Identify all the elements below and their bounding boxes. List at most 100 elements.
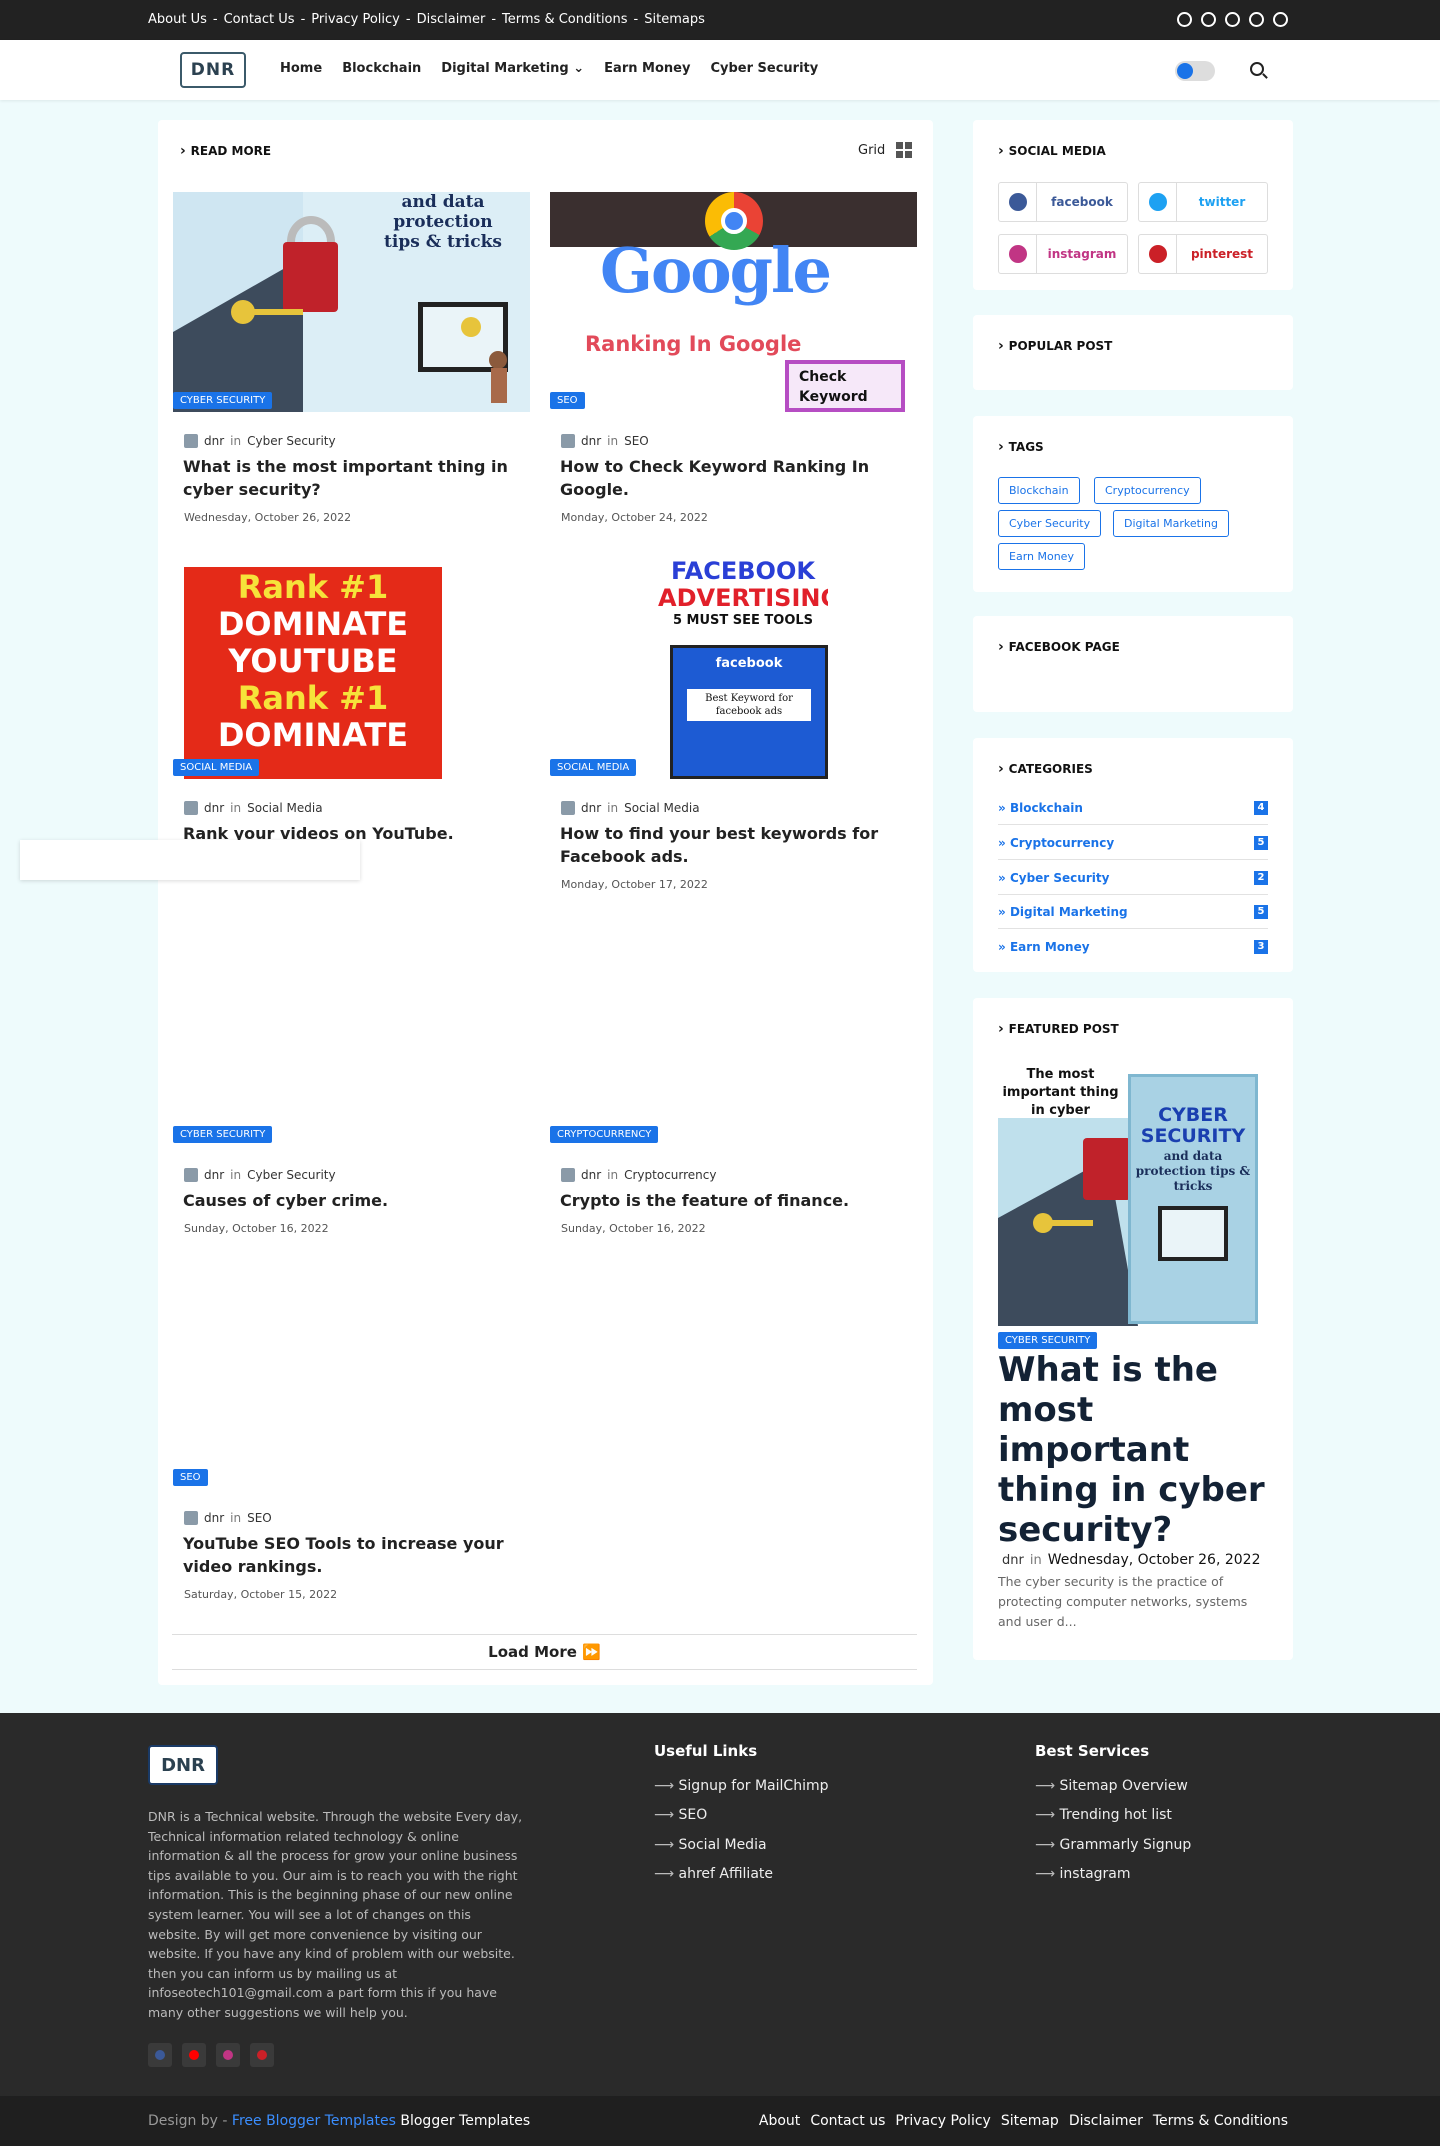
tag-link[interactable]: Cryptocurrency xyxy=(1094,477,1201,504)
footer-link[interactable]: Trending hot list xyxy=(1035,1807,1172,1823)
nav-home[interactable]: Home xyxy=(280,61,322,76)
post-title[interactable]: Causes of cyber crime. xyxy=(183,1189,528,1212)
category-badge[interactable]: CYBER SECURITY xyxy=(173,1126,273,1143)
facebook-icon xyxy=(155,2050,165,2060)
top-link-disclaimer[interactable]: Disclaimer xyxy=(417,12,486,27)
category-item[interactable]: » Cryptocurrency 5 xyxy=(998,826,1268,860)
main-content: READ MORE Grid and data protection tips … xyxy=(158,120,933,1685)
top-link-privacy[interactable]: Privacy Policy xyxy=(311,12,400,27)
category-badge[interactable]: SEO xyxy=(173,1469,208,1486)
category-badge[interactable]: SOCIAL MEDIA xyxy=(173,759,260,776)
post-thumbnail[interactable]: Rank #1 DOMINATE YOUTUBE Rank #1 DOMINAT… xyxy=(184,567,442,779)
post-label[interactable]: Social Media xyxy=(247,801,322,815)
site-logo[interactable]: DNR xyxy=(180,52,246,88)
featured-post-thumbnail[interactable]: The most important thing in cyber securi… xyxy=(998,1066,1260,1326)
author-name[interactable]: dnr xyxy=(204,1168,224,1182)
footer-link[interactable]: Signup for MailChimp xyxy=(654,1778,829,1794)
footer-bottom-link[interactable]: Sitemap xyxy=(1001,2113,1059,2129)
credit-link[interactable]: Free Blogger Templates xyxy=(232,2113,396,2129)
footer-bottom-link[interactable]: About xyxy=(759,2113,800,2129)
footer-bottom-link[interactable]: Privacy Policy xyxy=(895,2113,990,2129)
whatsapp-icon[interactable] xyxy=(1201,12,1216,27)
author-name[interactable]: dnr xyxy=(204,801,224,815)
footer-link[interactable]: Grammarly Signup xyxy=(1035,1837,1192,1853)
post-label[interactable]: Cyber Security xyxy=(247,434,336,448)
post-thumbnail[interactable]: Google Ranking In Google Check Keyword xyxy=(550,192,917,412)
tag-link[interactable]: Earn Money xyxy=(998,543,1085,570)
pinterest-icon[interactable] xyxy=(1273,12,1288,27)
footer-instagram-button[interactable] xyxy=(216,2043,240,2067)
nav-digital-marketing[interactable]: Digital Marketing ⌄ xyxy=(441,61,584,76)
post-title[interactable]: How to find your best keywords for Faceb… xyxy=(560,822,905,868)
post-title[interactable]: What is the most important thing in cybe… xyxy=(183,455,528,501)
post-thumbnail[interactable]: and data protection tips & tricks xyxy=(173,192,530,412)
twitter-button[interactable]: twitter xyxy=(1138,182,1268,222)
author-name[interactable]: dnr xyxy=(581,1168,601,1182)
footer-link[interactable]: Sitemap Overview xyxy=(1035,1778,1188,1794)
footer-link[interactable]: SEO xyxy=(654,1807,708,1823)
separator: - xyxy=(633,12,639,27)
post-label[interactable]: SEO xyxy=(624,434,649,448)
top-link-about[interactable]: About Us xyxy=(148,12,207,27)
featured-image-text: and data protection tips & tricks xyxy=(1135,1149,1251,1193)
post-meta: dnr in Cyber Security xyxy=(184,434,336,448)
post-label[interactable]: SEO xyxy=(247,1511,272,1525)
pinterest-button[interactable]: pinterest xyxy=(1138,234,1268,274)
search-icon[interactable] xyxy=(1250,62,1264,76)
author-name[interactable]: dnr xyxy=(204,434,224,448)
category-badge[interactable]: CRYPTOCURRENCY xyxy=(550,1126,659,1143)
footer-bottom-link[interactable]: Disclaimer xyxy=(1069,2113,1143,2129)
post-title[interactable]: YouTube SEO Tools to increase your video… xyxy=(183,1532,528,1578)
category-badge[interactable]: CYBER SECURITY xyxy=(173,392,273,409)
category-badge[interactable]: SEO xyxy=(550,392,585,409)
footer-link[interactable]: Social Media xyxy=(654,1837,767,1853)
grid-icon[interactable] xyxy=(896,142,912,158)
view-label[interactable]: Grid xyxy=(858,143,885,158)
nav-earn-money[interactable]: Earn Money xyxy=(604,61,690,76)
footer-link[interactable]: instagram xyxy=(1035,1866,1131,1882)
footer-bottom-link[interactable]: Contact us xyxy=(810,2113,885,2129)
category-item[interactable]: » Earn Money 3 xyxy=(998,930,1268,964)
post-title[interactable]: Crypto is the feature of finance. xyxy=(560,1189,905,1212)
category-item[interactable]: » Cyber Security 2 xyxy=(998,861,1268,895)
category-badge[interactable]: SOCIAL MEDIA xyxy=(550,759,637,776)
author-name[interactable]: dnr xyxy=(204,1511,224,1525)
telegram-icon[interactable] xyxy=(1225,12,1240,27)
nav-cyber-security[interactable]: Cyber Security xyxy=(710,61,818,76)
load-more-button[interactable]: Load More ⏩ xyxy=(172,1634,917,1670)
tag-link[interactable]: Cyber Security xyxy=(998,510,1102,537)
author-name[interactable]: dnr xyxy=(581,801,601,815)
tag-link[interactable]: Digital Marketing xyxy=(1113,510,1229,537)
footer-bottom-link[interactable]: Terms & Conditions xyxy=(1153,2113,1288,2129)
dark-mode-toggle[interactable] xyxy=(1175,61,1215,81)
top-link-contact[interactable]: Contact Us xyxy=(224,12,295,27)
category-item[interactable]: » Blockchain 4 xyxy=(998,791,1268,825)
top-link-terms[interactable]: Terms & Conditions xyxy=(502,12,628,27)
post-label[interactable]: Cyber Security xyxy=(247,1168,336,1182)
tag-link[interactable]: Blockchain xyxy=(998,477,1080,504)
author-name[interactable]: dnr xyxy=(1002,1553,1024,1568)
footer-youtube-button[interactable] xyxy=(182,2043,206,2067)
nav-blockchain[interactable]: Blockchain xyxy=(342,61,421,76)
meta-in: in xyxy=(230,434,242,448)
category-label: Cryptocurrency xyxy=(1009,835,1115,850)
footer-facebook-button[interactable] xyxy=(148,2043,172,2067)
top-link-sitemaps[interactable]: Sitemaps xyxy=(644,12,705,27)
footer-pinterest-button[interactable] xyxy=(250,2043,274,2067)
facebook-button[interactable]: facebook xyxy=(998,182,1128,222)
category-badge[interactable]: CYBER SECURITY xyxy=(998,1332,1098,1349)
post-thumbnail[interactable]: FACEBOOK ADVERTISING 5 MUST SEE TOOLS fa… xyxy=(658,557,828,779)
post-date: Wednesday, October 26, 2022 xyxy=(184,511,352,524)
footer-link[interactable]: ahref Affiliate xyxy=(654,1866,773,1882)
button-label: facebook xyxy=(1051,195,1113,209)
instagram-icon[interactable] xyxy=(1249,12,1264,27)
category-item[interactable]: » Digital Marketing 5 xyxy=(998,895,1268,929)
featured-post-title[interactable]: What is the most important thing in cybe… xyxy=(998,1350,1268,1550)
instagram-button[interactable]: instagram xyxy=(998,234,1128,274)
post-label[interactable]: Cryptocurrency xyxy=(624,1168,716,1182)
author-name[interactable]: dnr xyxy=(581,434,601,448)
facebook-icon[interactable] xyxy=(1177,12,1192,27)
post-title[interactable]: How to Check Keyword Ranking In Google. xyxy=(560,455,905,501)
footer-logo[interactable]: DNR xyxy=(148,1745,218,1785)
post-label[interactable]: Social Media xyxy=(624,801,699,815)
